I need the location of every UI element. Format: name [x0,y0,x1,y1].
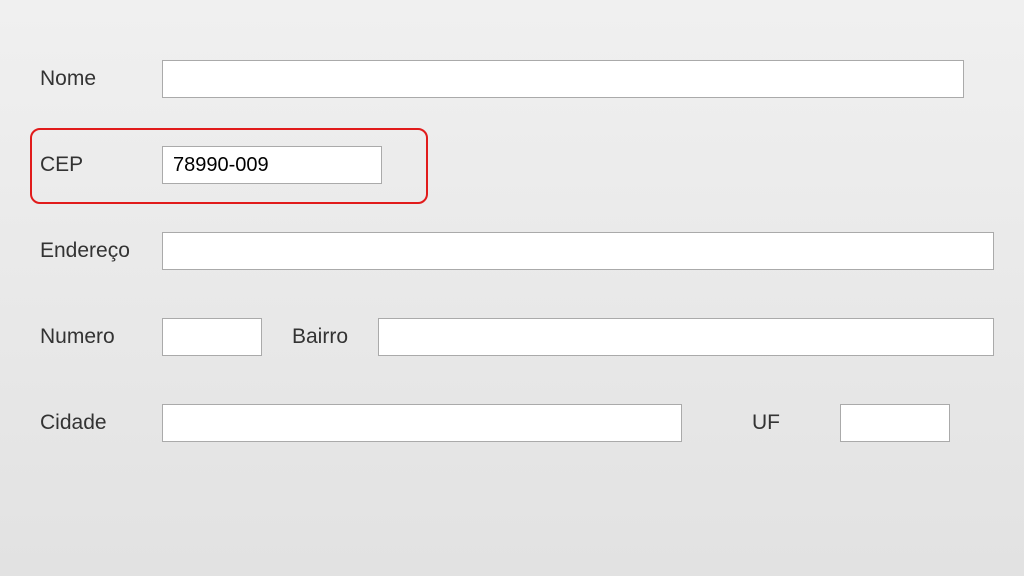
input-bairro[interactable] [378,318,994,356]
input-endereco[interactable] [162,232,994,270]
row-endereco: Endereço [20,232,1004,270]
label-cep: CEP [20,153,162,177]
label-numero: Numero [20,325,162,349]
input-nome[interactable] [162,60,964,98]
input-uf[interactable] [840,404,950,442]
row-cidade-uf: Cidade UF [20,404,1004,442]
row-nome: Nome [20,60,1004,98]
uf-group: UF [752,404,950,442]
label-nome: Nome [20,67,162,91]
input-cidade[interactable] [162,404,682,442]
label-bairro: Bairro [292,325,348,349]
label-cidade: Cidade [20,411,162,435]
row-cep: CEP [20,146,1004,184]
input-cep[interactable] [162,146,382,184]
label-endereco: Endereço [20,239,162,263]
input-numero[interactable] [162,318,262,356]
label-uf: UF [752,411,780,435]
row-numero-bairro: Numero Bairro [20,318,1004,356]
